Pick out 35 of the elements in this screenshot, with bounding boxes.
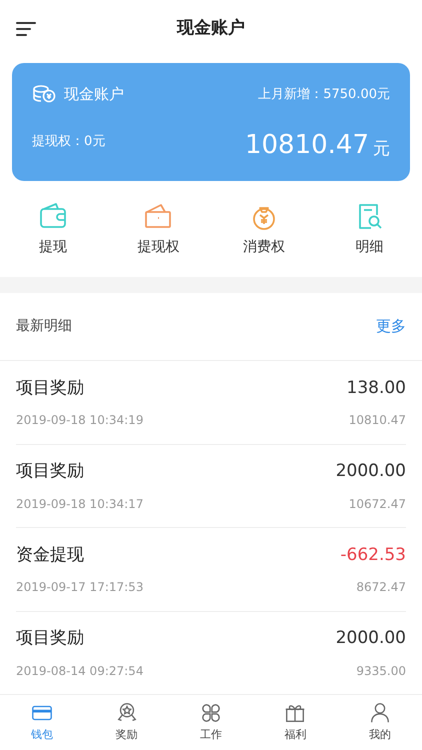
transaction-title: 项目奖励 — [16, 460, 84, 483]
nav-tab[interactable]: 钱包 — [0, 695, 84, 750]
action-button[interactable]: 消费权 — [211, 201, 316, 269]
coins-icon — [32, 84, 56, 104]
currency-unit: 元 — [373, 140, 390, 158]
balance-after: 8672.47 — [356, 579, 406, 596]
transaction-amount: 2000.00 — [336, 627, 406, 650]
balance-after: 10672.47 — [348, 496, 406, 512]
last-month-increase: 上月新增：5750.00元 — [258, 86, 390, 104]
balance-after: 9335.00 — [356, 662, 406, 680]
nav-tab[interactable]: 奖励 — [84, 695, 169, 750]
nav-tab[interactable]: 福利 — [253, 695, 338, 750]
withdraw-right-text: 提现权：0元 — [32, 133, 106, 151]
transaction-time: 2019-09-18 10:34:17 — [16, 496, 144, 512]
page-title: 现金账户 — [177, 17, 245, 40]
nav-tab[interactable]: 我的 — [338, 695, 422, 750]
card-title: 现金账户 — [64, 84, 124, 105]
action-button[interactable]: 明细 — [316, 201, 422, 269]
action-button[interactable]: 提现权 — [106, 201, 211, 269]
balance-after: 10810.47 — [348, 412, 406, 429]
nav-tab[interactable]: 工作 — [168, 695, 254, 750]
transaction-time: 2019-09-18 10:34:19 — [16, 412, 144, 429]
more-link[interactable]: 更多 — [376, 315, 406, 338]
action-button[interactable]: 提现 — [0, 201, 106, 269]
menu-icon[interactable] — [16, 21, 36, 37]
section-title: 最新明细 — [16, 317, 72, 336]
transaction-title: 项目奖励 — [16, 376, 84, 400]
transaction-title: 项目奖励 — [16, 627, 84, 650]
transaction-amount: -662.53 — [340, 544, 406, 566]
transaction-amount: 2000.00 — [336, 460, 406, 483]
transaction-amount: 138.00 — [346, 376, 406, 400]
transaction-time: 2019-09-17 17:17:53 — [16, 579, 144, 596]
transaction-title: 资金提现 — [16, 544, 84, 566]
transaction-time: 2019-08-14 09:27:54 — [16, 662, 144, 680]
balance-amount: 10810.47 — [244, 132, 369, 158]
